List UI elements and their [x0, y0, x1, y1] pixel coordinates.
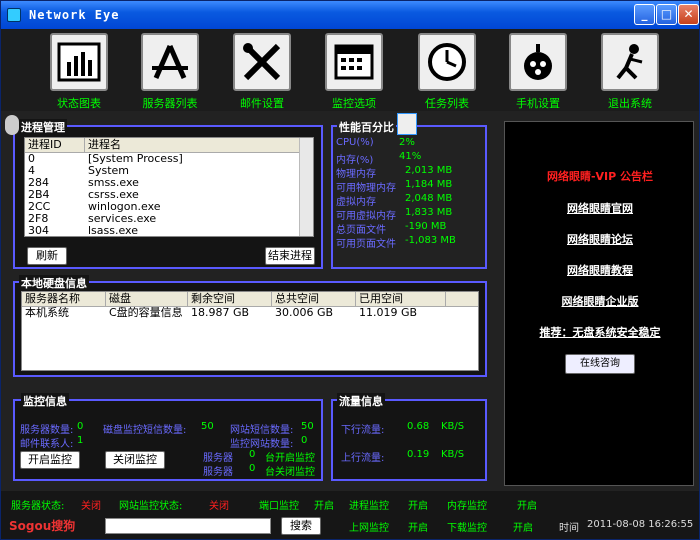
- process-scrollbar[interactable]: [299, 138, 313, 236]
- perf-value: -190 MB: [405, 221, 447, 232]
- monitor-panel: 服务器数量: 0 邮件联系人: 1 磁盘监控短信数量: 50 网站短信数量: 50 监控…: [13, 399, 323, 481]
- toolbar-label: 服务器列表: [142, 97, 198, 110]
- column-header[interactable]: 已用空间: [356, 292, 446, 306]
- mail-settings-button[interactable]: 邮件设置: [227, 33, 297, 111]
- maximize-button[interactable]: □: [656, 4, 677, 25]
- phone-icon: [524, 44, 552, 80]
- calendar-icon: [334, 44, 374, 80]
- table-row[interactable]: 284 smss.exe: [25, 177, 313, 189]
- link-official-site[interactable]: 网络眼睛官网: [505, 200, 695, 216]
- window-title: Network Eye: [29, 8, 120, 22]
- online-consult-button[interactable]: 在线咨询: [565, 354, 635, 374]
- process-panel: 进程ID 进程名 0 [System Process] 4 System 284 sms…: [13, 125, 323, 269]
- stop-monitor-button[interactable]: 关闭监控: [105, 451, 165, 469]
- link-enterprise[interactable]: 网络眼睛企业版: [505, 293, 695, 309]
- search-button[interactable]: 搜索: [281, 517, 321, 535]
- bar-chart-icon: [57, 42, 101, 82]
- task-list-button[interactable]: 任务列表: [412, 33, 482, 111]
- toolbar-label: 手机设置: [516, 97, 560, 110]
- column-header[interactable]: 磁盘: [106, 292, 188, 306]
- status-bar: 服务器状态: 关闭 网站监控状态: 关闭 端口监控 开启 进程监控 开启 内存监控 开启 …: [1, 491, 699, 539]
- table-row[interactable]: 4 System: [25, 165, 313, 177]
- process-panel-title: 进程管理: [19, 119, 67, 135]
- title-bar: Network Eye _ □ ✕: [1, 1, 699, 29]
- perf-value: 2%: [399, 137, 415, 148]
- perf-value: -1,083 MB: [405, 235, 456, 246]
- exit-system-button[interactable]: 退出系统: [595, 33, 665, 111]
- perf-label: 虚拟内存: [336, 197, 376, 208]
- perf-label: 可用页面文件: [336, 239, 396, 250]
- toolbar-label: 邮件设置: [240, 97, 284, 110]
- announcement-title: 网络眼睛-VIP 公告栏: [546, 170, 654, 183]
- perf-value: 2,048 MB: [405, 193, 453, 204]
- tools-icon: [152, 44, 188, 80]
- minimize-button[interactable]: _: [634, 4, 655, 25]
- document-icon: [397, 113, 417, 135]
- perf-value: 2,013 MB: [405, 165, 453, 176]
- wrench-icon: [243, 43, 281, 81]
- table-row[interactable]: 本机系统 C盘的容量信息 18.987 GB 30.006 GB 11.019 GB: [22, 307, 478, 319]
- toolbar-label: 退出系统: [608, 97, 652, 110]
- toolbar-label: 状态图表: [57, 97, 101, 110]
- toolbar-label: 监控选项: [332, 97, 376, 110]
- traffic-panel: 下行流量: 0.68 KB/S 上行流量: 0.19 KB/S: [331, 399, 487, 481]
- start-monitor-button[interactable]: 开启监控: [20, 451, 80, 469]
- column-header[interactable]: 服务器名称: [22, 292, 106, 306]
- link-forum[interactable]: 网络眼睛论坛: [505, 231, 695, 247]
- announcement-panel: 网络眼睛-VIP 公告栏 网络眼睛官网 网络眼睛论坛 网络眼睛教程 网络眼睛企业…: [504, 121, 694, 486]
- table-row[interactable]: 0 [System Process]: [25, 153, 313, 165]
- phone-settings-button[interactable]: 手机设置: [503, 33, 573, 111]
- table-row[interactable]: 304 lsass.exe: [25, 225, 313, 236]
- gear-icon: [5, 115, 19, 135]
- server-list-button[interactable]: 服务器列表: [135, 33, 205, 111]
- perf-label: 内存(%): [336, 155, 374, 166]
- refresh-button[interactable]: 刷新: [27, 247, 67, 265]
- main-window: Network Eye _ □ ✕ 状态图表 服务器列表 邮件设置 监控选项 任…: [0, 0, 700, 540]
- perf-label: 总页面文件: [336, 225, 386, 236]
- perf-value: 1,184 MB: [405, 179, 453, 190]
- app-icon: [7, 8, 21, 22]
- perf-label: 可用虚拟内存: [336, 211, 396, 222]
- disk-panel-title: 本地硬盘信息: [19, 275, 89, 291]
- disk-panel: 服务器名称 磁盘 剩余空间 总共空间 已用空间 本机系统 C盘的容量信息 18.98…: [13, 281, 487, 377]
- clock-icon: [428, 43, 466, 81]
- promo-link[interactable]: 推荐：无盘系统安全稳定: [505, 324, 695, 340]
- table-row[interactable]: 2CC winlogon.exe: [25, 201, 313, 213]
- disk-list[interactable]: 服务器名称 磁盘 剩余空间 总共空间 已用空间 本机系统 C盘的容量信息 18.98…: [21, 291, 479, 371]
- performance-panel-title: 性能百分比: [337, 119, 396, 135]
- perf-value: 41%: [399, 151, 422, 162]
- search-input[interactable]: [105, 518, 271, 534]
- link-tutorial[interactable]: 网络眼睛教程: [505, 262, 695, 278]
- table-row[interactable]: 2F8 services.exe: [25, 213, 313, 225]
- column-header[interactable]: 进程ID: [25, 138, 85, 152]
- column-header[interactable]: 剩余空间: [188, 292, 272, 306]
- close-button[interactable]: ✕: [678, 4, 699, 25]
- toolbar: 状态图表 服务器列表 邮件设置 监控选项 任务列表 手机设置 退出系统: [1, 29, 699, 111]
- sogou-logo: Sogou搜狗: [9, 519, 76, 533]
- monitor-panel-title: 监控信息: [21, 393, 69, 409]
- perf-label: 物理内存: [336, 169, 376, 180]
- process-list[interactable]: 进程ID 进程名 0 [System Process] 4 System 284 sms…: [24, 137, 314, 237]
- perf-value: 1,833 MB: [405, 207, 453, 218]
- table-row[interactable]: 2B4 csrss.exe: [25, 189, 313, 201]
- toolbar-label: 任务列表: [425, 97, 469, 110]
- perf-label: CPU(%): [336, 137, 374, 148]
- column-header[interactable]: 总共空间: [272, 292, 356, 306]
- performance-panel: CPU(%) 2% 内存(%) 41% 物理内存 2,013 MB 可用物理内存 1,184 …: [331, 125, 487, 269]
- status-chart-button[interactable]: 状态图表: [44, 33, 114, 111]
- exit-icon: [616, 44, 643, 80]
- perf-label: 可用物理内存: [336, 183, 396, 194]
- column-header[interactable]: 进程名: [85, 138, 301, 152]
- kill-process-button[interactable]: 结束进程: [265, 247, 315, 265]
- monitor-options-button[interactable]: 监控选项: [319, 33, 389, 111]
- traffic-panel-title: 流量信息: [337, 393, 385, 409]
